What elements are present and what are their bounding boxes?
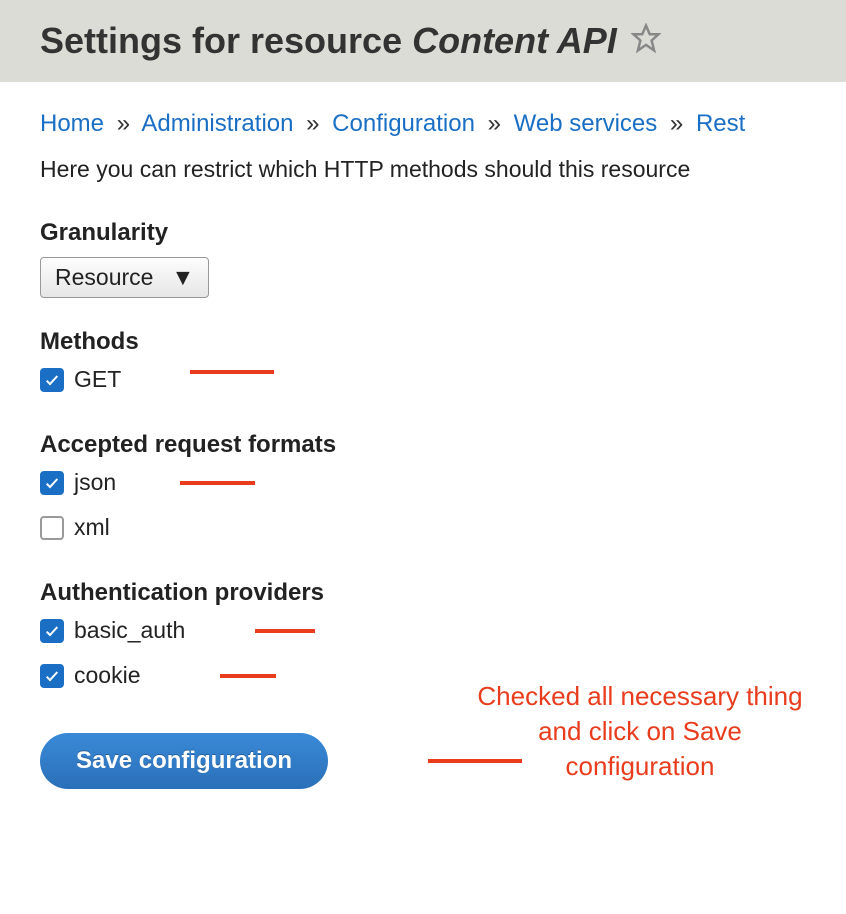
breadcrumb-sep: » (670, 110, 683, 137)
page-header: Settings for resource Content API (0, 0, 846, 82)
annotation-mark (220, 674, 276, 678)
granularity-label: Granularity (40, 219, 806, 247)
breadcrumb: Home » Administration » Configuration » … (40, 110, 806, 138)
breadcrumb-administration[interactable]: Administration (141, 110, 293, 137)
method-get-checkbox[interactable] (40, 368, 64, 392)
granularity-value: Resource (55, 264, 153, 291)
breadcrumb-sep: » (117, 110, 130, 137)
methods-label: Methods (40, 328, 806, 356)
format-json-checkbox[interactable] (40, 471, 64, 495)
title-prefix: Settings for resource (40, 20, 412, 61)
page-content: Home » Administration » Configuration » … (0, 82, 846, 829)
annotation-mark (190, 370, 274, 374)
breadcrumb-configuration[interactable]: Configuration (332, 110, 475, 137)
breadcrumb-web-services[interactable]: Web services (514, 110, 658, 137)
auth-cookie-label: cookie (74, 662, 140, 689)
format-json-label: json (74, 469, 116, 496)
format-xml-label: xml (74, 514, 110, 541)
intro-text: Here you can restrict which HTTP methods… (40, 156, 806, 183)
formats-label: Accepted request formats (40, 431, 806, 459)
annotation-line: Checked all necessary thing (477, 681, 802, 711)
save-configuration-button[interactable]: Save configuration (40, 733, 328, 789)
method-get-label: GET (74, 366, 121, 393)
format-xml-row: xml (40, 514, 806, 541)
title-emphasis: Content API (412, 20, 617, 61)
annotation-line: configuration (566, 751, 715, 781)
star-icon[interactable] (631, 23, 661, 59)
annotation-mark (255, 629, 315, 633)
auth-basic-checkbox[interactable] (40, 619, 64, 643)
annotation-mark (180, 481, 255, 485)
granularity-select[interactable]: Resource ▼ (40, 257, 209, 298)
format-xml-checkbox[interactable] (40, 516, 64, 540)
breadcrumb-rest[interactable]: Rest (696, 110, 745, 137)
format-json-row: json (40, 469, 806, 496)
auth-basic-row: basic_auth (40, 617, 806, 644)
chevron-down-icon: ▼ (171, 264, 194, 291)
breadcrumb-sep: » (488, 110, 501, 137)
auth-basic-label: basic_auth (74, 617, 185, 644)
breadcrumb-home[interactable]: Home (40, 110, 104, 137)
annotation-text: Checked all necessary thing and click on… (400, 679, 846, 784)
page-title: Settings for resource Content API (40, 20, 617, 62)
annotation-line: and click on Save (538, 716, 742, 746)
auth-cookie-checkbox[interactable] (40, 664, 64, 688)
method-get-row: GET (40, 366, 806, 393)
auth-label: Authentication providers (40, 579, 806, 607)
breadcrumb-sep: » (306, 110, 319, 137)
button-row: Save configuration Checked all necessary… (40, 707, 806, 789)
